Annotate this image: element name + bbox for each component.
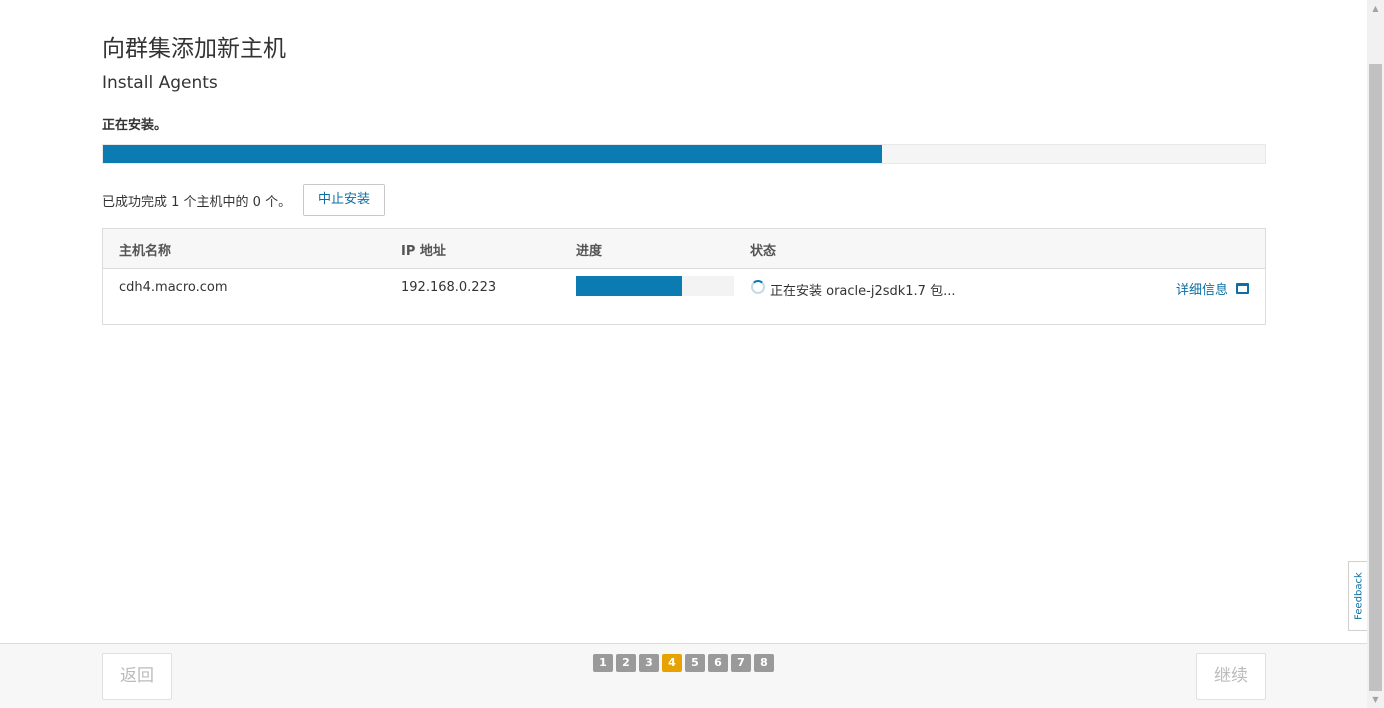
host-table: 主机名称 IP 地址 进度 状态 cdh4.macro.com 192.168.… — [102, 228, 1266, 325]
overall-progress-bar — [102, 144, 1266, 164]
step-6[interactable]: 6 — [708, 654, 728, 672]
abort-install-button[interactable]: 中止安装 — [303, 184, 385, 216]
overall-progress-fill — [103, 145, 882, 163]
scrollbar-thumb[interactable] — [1369, 64, 1382, 691]
column-header-ip: IP 地址 — [401, 244, 446, 259]
step-4[interactable]: 4 — [662, 654, 682, 672]
table-row: cdh4.macro.com 192.168.0.223 正在安装 oracle… — [103, 269, 1265, 324]
scroll-up-arrow-icon[interactable]: ▲ — [1367, 0, 1384, 17]
back-button[interactable]: 返回 — [102, 653, 172, 700]
host-status-cell: 正在安装 oracle-j2sdk1.7 包... — [770, 284, 956, 299]
host-name-cell: cdh4.macro.com — [119, 280, 228, 295]
page-title: 向群集添加新主机 — [102, 36, 286, 62]
step-5[interactable]: 5 — [685, 654, 705, 672]
wizard-steps: 12345678 — [593, 654, 777, 672]
continue-button[interactable]: 继续 — [1196, 653, 1266, 700]
vertical-scrollbar[interactable]: ▲ ▼ — [1367, 0, 1384, 708]
details-link[interactable]: 详细信息 — [1176, 279, 1228, 298]
page-subtitle: Install Agents — [102, 73, 218, 93]
host-progress-bar — [576, 276, 734, 296]
step-8[interactable]: 8 — [754, 654, 774, 672]
step-2[interactable]: 2 — [616, 654, 636, 672]
column-header-progress: 进度 — [576, 244, 603, 259]
step-1[interactable]: 1 — [593, 654, 613, 672]
wizard-footer: 返回 12345678 继续 — [0, 643, 1367, 708]
loading-spinner-icon — [751, 280, 765, 294]
column-header-status: 状态 — [750, 244, 777, 259]
feedback-label: Feedback — [1353, 572, 1364, 620]
column-header-hostname: 主机名称 — [119, 244, 172, 259]
step-3[interactable]: 3 — [639, 654, 659, 672]
host-ip-cell: 192.168.0.223 — [401, 280, 497, 295]
feedback-tab[interactable]: Feedback — [1348, 561, 1368, 631]
window-icon[interactable] — [1236, 283, 1249, 294]
scroll-down-arrow-icon[interactable]: ▼ — [1367, 691, 1384, 708]
host-progress-fill — [576, 276, 682, 296]
completion-summary: 已成功完成 1 个主机中的 0 个。 — [102, 195, 292, 210]
step-7[interactable]: 7 — [731, 654, 751, 672]
table-header: 主机名称 IP 地址 进度 状态 — [103, 229, 1265, 269]
install-status-text: 正在安装。 — [102, 118, 168, 133]
